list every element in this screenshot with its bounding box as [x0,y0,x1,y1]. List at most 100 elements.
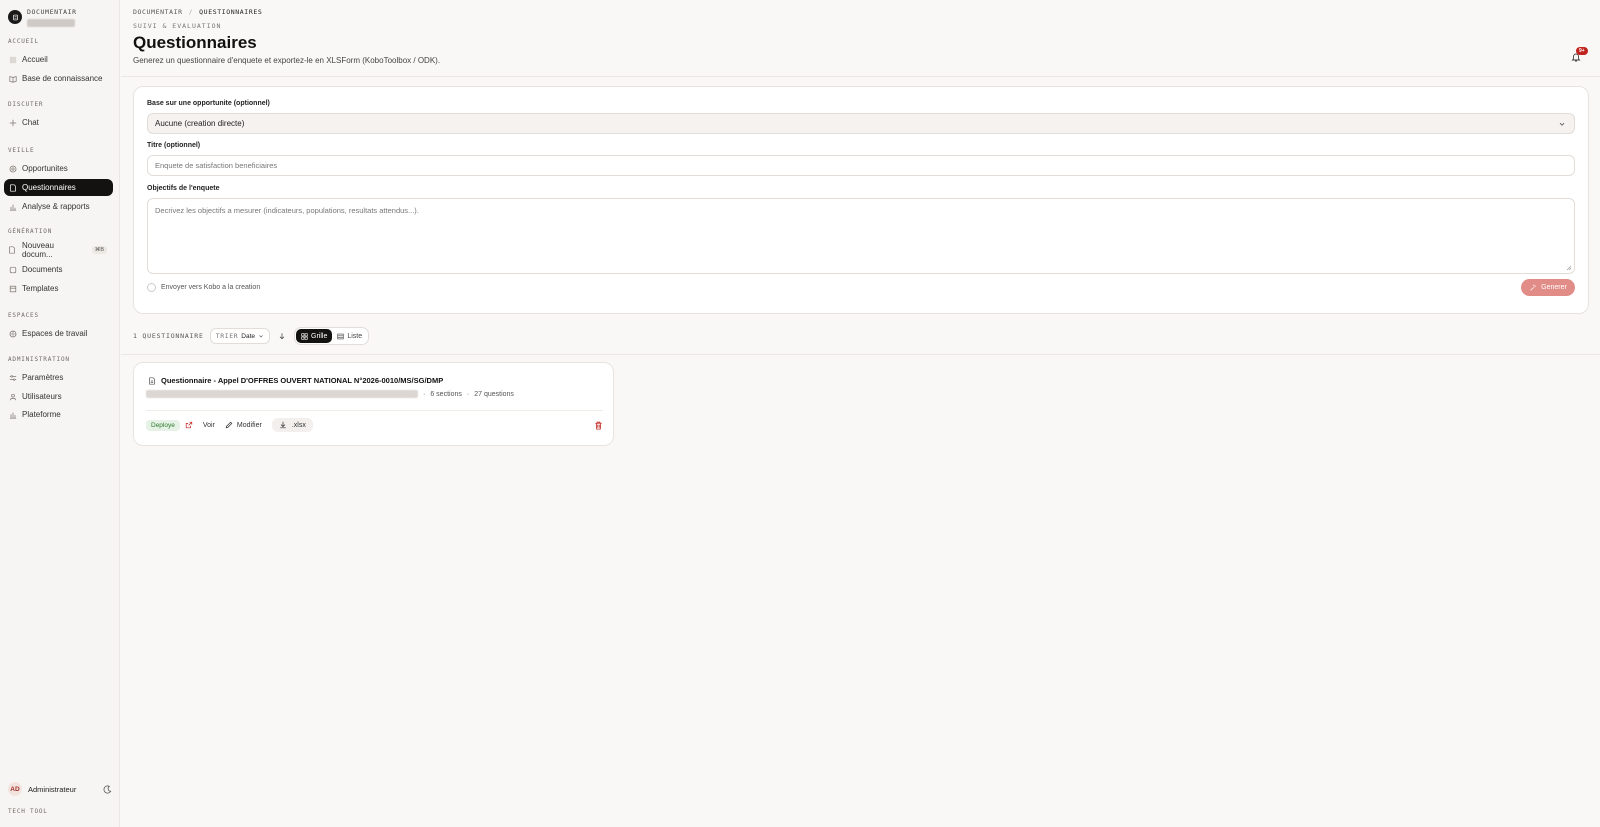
sidebar-item-label: Nouveau docum... [21,240,55,259]
export-xlsx-button[interactable]: .xlsx [271,418,313,432]
objectives-textarea[interactable]: Decrivez les objectifs a mesurer (indica… [147,198,1575,274]
home-icon [8,55,17,64]
section-administration: ADMINISTRATION [8,356,70,363]
questionnaire-count: 1 QUESTIONNAIRE [133,332,204,340]
workspace-icon [8,329,17,338]
grid-icon [301,332,308,340]
section-accueil: ACCUEIL [8,38,39,45]
sidebar-item-analyse[interactable]: Analyse & rapports [4,198,113,215]
section-espaces: ESPACES [8,312,39,319]
opportunity-label: Base sur une opportunite (optionnel) [147,100,270,107]
sort-label: TRIER [215,332,239,340]
sidebar-item-label: Paramètres [22,373,64,382]
kobo-checkbox-row[interactable]: Envoyer vers Kobo a la creation [147,283,260,292]
section-veille: VEILLE [8,147,35,154]
brand[interactable]: DOCUMENTAIR [8,8,77,27]
questionnaire-meta: · 6 sections · 27 questions [146,390,514,398]
sidebar-item-utilisateurs[interactable]: Utilisateurs [4,388,113,405]
main-content: DOCUMENTAIR / QUESTIONNAIRES SUIVI & EVA… [121,0,1600,827]
page-title: Questionnaires [133,33,257,52]
generate-button[interactable]: Generer [1521,279,1575,296]
sparkle-icon [8,118,17,127]
page-subtitle: Generez un questionnaire d'enquete et ex… [133,56,441,65]
breadcrumb-current: QUESTIONNAIRES [199,8,263,16]
questionnaire-form: Base sur une opportunite (optionnel) Auc… [133,86,1589,314]
sidebar-item-questionnaires[interactable]: Questionnaires [4,179,113,196]
moon-icon[interactable] [103,785,112,794]
sidebar-item-label: Templates [22,284,59,293]
external-link-icon[interactable] [185,421,193,429]
sidebar-item-accueil[interactable]: Accueil [4,51,113,68]
edit-button[interactable]: Modifier [225,421,262,429]
sidebar: DOCUMENTAIR ACCUEIL Accueil Base de conn… [0,0,120,827]
sidebar-item-label: Opportunites [22,164,68,173]
sidebar-item-opportunites[interactable]: Opportunites [4,160,113,177]
title-label: Titre (optionnel) [147,142,201,149]
pencil-icon [225,421,233,429]
users-icon [8,392,17,401]
breadcrumb-root[interactable]: DOCUMENTAIR [133,8,183,16]
sidebar-item-label: Documents [22,265,63,274]
chevron-down-icon [1559,122,1565,126]
sidebar-item-documents[interactable]: Documents [4,261,113,278]
magic-wand-icon [1530,284,1536,291]
section-count: 6 sections [430,390,462,398]
sidebar-item-espaces-travail[interactable]: Espaces de travail [4,325,113,342]
opportunity-select[interactable]: Aucune (creation directe) [147,113,1575,134]
questionnaire-card[interactable]: Questionnaire - Appel D'OFFRES OUVERT NA… [133,362,614,446]
sidebar-item-label: Plateforme [22,410,61,419]
section-generation: GÉNÉRATION [8,228,53,235]
list-icon [337,333,344,339]
sidebar-item-base[interactable]: Base de connaissance [4,70,113,87]
sidebar-item-label: Questionnaires [22,183,76,192]
objectives-placeholder: Decrivez les objectifs a mesurer (indica… [155,206,419,215]
sort-select[interactable]: TRIER Date [209,328,271,344]
sliders-icon [8,373,17,382]
footer-label: TECH TOOL [8,808,48,815]
view-list-button[interactable]: Liste [332,329,367,343]
user-menu[interactable]: AD Administrateur [8,782,112,796]
file-plus-icon [8,245,17,254]
user-name: Administrateur [28,784,77,794]
question-count: 27 questions [474,390,514,398]
breadcrumb-separator: / [188,8,194,16]
view-button[interactable]: Voir [203,422,215,429]
page-header: DOCUMENTAIR / QUESTIONNAIRES SUIVI & EVA… [121,0,1600,77]
sidebar-item-nouveau-document[interactable]: Nouveau docum... ⌘B [4,240,113,259]
export-label: .xlsx [291,421,306,429]
download-icon [280,421,286,429]
chart-icon [8,202,17,211]
view-toggle: Grille Liste [294,327,370,345]
card-divider [146,410,603,411]
status-badge: Deploye [146,419,180,431]
book-icon [8,74,17,83]
redacted-org-name [27,19,75,27]
objectives-label: Objectifs de l'enquete [147,185,220,192]
sidebar-item-label: Base de connaissance [22,74,103,83]
view-grid-button[interactable]: Grille [296,329,333,343]
kobo-checkbox[interactable] [147,283,156,292]
trash-icon[interactable] [594,421,603,430]
title-input[interactable]: Enquete de satisfaction beneficiaires [147,155,1575,176]
resize-grip-icon[interactable] [1566,265,1572,271]
view-list-label: Liste [347,332,363,340]
sort-value: Date [241,332,256,340]
platform-icon [8,410,17,419]
redacted-source [146,390,418,398]
sort-direction-button[interactable] [276,328,288,344]
sidebar-item-label: Chat [22,118,39,127]
sidebar-item-templates[interactable]: Templates [4,280,113,297]
sidebar-item-label: Utilisateurs [22,392,62,401]
view-label: Voir [202,421,215,429]
edit-label: Modifier [236,421,262,429]
chevron-down-icon [259,335,263,338]
questionnaire-title: Questionnaire - Appel D'OFFRES OUVERT NA… [161,376,444,385]
app-name: DOCUMENTAIR [27,8,77,16]
sidebar-item-chat[interactable]: Chat [4,114,113,131]
sidebar-item-label: Analyse & rapports [22,202,90,211]
sidebar-item-parametres[interactable]: Paramètres [4,369,113,386]
breadcrumb: DOCUMENTAIR / QUESTIONNAIRES [133,8,262,16]
questionnaire-title-row[interactable]: Questionnaire - Appel D'OFFRES OUVERT NA… [148,376,443,385]
opportunity-value: Aucune (creation directe) [155,119,245,128]
sidebar-item-plateforme[interactable]: Plateforme [4,406,113,423]
